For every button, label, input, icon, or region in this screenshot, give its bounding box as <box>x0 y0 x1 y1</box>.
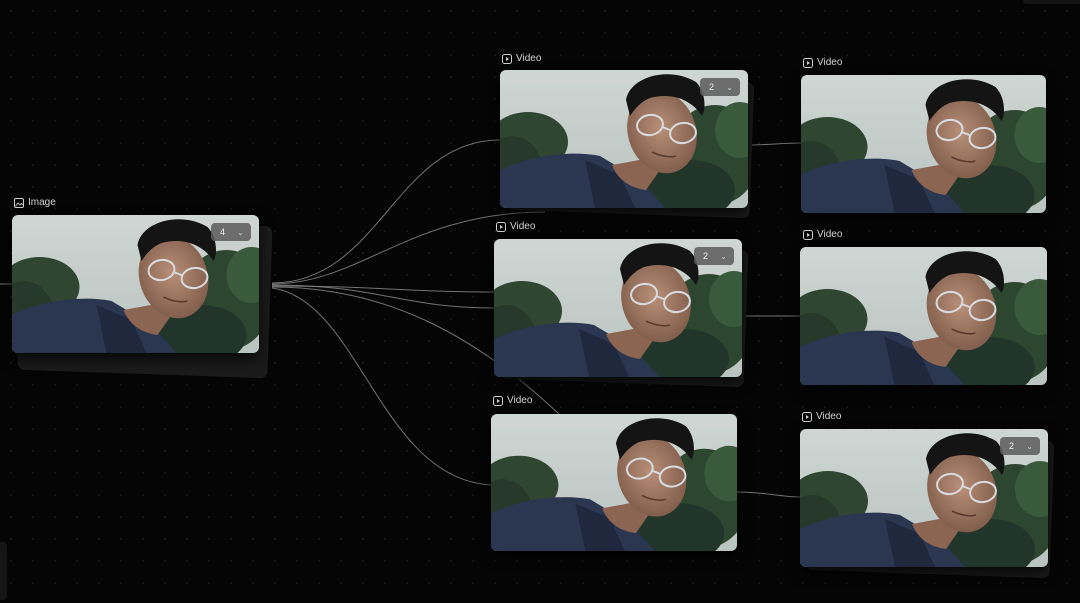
image-count-dropdown[interactable]: 4 ⌄ <box>211 223 251 241</box>
edge-image-to-video-1 <box>271 139 501 284</box>
chevron-down-icon: ⌄ <box>1026 441 1033 451</box>
video-3-node[interactable] <box>491 414 737 551</box>
image-node-label: Image <box>14 197 56 209</box>
count-value: 4 <box>220 227 226 237</box>
canvas-side-handle[interactable] <box>0 542 7 600</box>
video-icon <box>802 412 812 422</box>
edge-image-to-video-3b <box>271 287 493 486</box>
portrait-thumbnail <box>801 75 1046 213</box>
chevron-down-icon: ⌄ <box>726 82 733 92</box>
video-6-label: Video <box>802 411 841 423</box>
count-value: 2 <box>1009 441 1015 451</box>
image-node[interactable]: 4 ⌄ <box>12 215 259 353</box>
chevron-down-icon: ⌄ <box>720 251 727 261</box>
video-4-node[interactable] <box>801 75 1046 213</box>
video-icon <box>502 54 512 64</box>
count-value: 2 <box>703 251 709 261</box>
canvas-corner-handle[interactable] <box>1023 0 1080 4</box>
video-icon <box>493 396 503 406</box>
video-1-node[interactable]: 2 ⌄ <box>500 70 748 208</box>
video-1-count-dropdown[interactable]: 2 ⌄ <box>700 78 740 96</box>
workflow-canvas[interactable]: Image 4 ⌄ Video 2 ⌄ Video 2 ⌄ Video Vide… <box>0 0 1080 603</box>
edge-video-3-to-video-6 <box>736 491 803 498</box>
video-5-label: Video <box>803 229 842 241</box>
portrait-thumbnail <box>491 414 737 551</box>
video-icon <box>803 230 813 240</box>
edge-image-to-video-2c <box>271 285 496 293</box>
video-2-label: Video <box>496 221 535 233</box>
video-3-label: Video <box>493 395 532 407</box>
video-icon <box>803 58 813 68</box>
video-5-node[interactable] <box>800 247 1047 385</box>
video-icon <box>496 222 506 232</box>
video-4-label: Video <box>803 57 842 69</box>
count-value: 2 <box>709 82 715 92</box>
video-1-label: Video <box>502 53 541 65</box>
image-icon <box>14 198 24 208</box>
edge-video-1-to-video-4 <box>747 142 803 146</box>
video-6-node[interactable]: 2 ⌄ <box>800 429 1048 567</box>
video-6-count-dropdown[interactable]: 2 ⌄ <box>1000 437 1040 455</box>
video-2-count-dropdown[interactable]: 2 ⌄ <box>694 247 734 265</box>
portrait-thumbnail <box>800 247 1047 385</box>
chevron-down-icon: ⌄ <box>237 227 244 237</box>
video-2-node[interactable]: 2 ⌄ <box>494 239 742 377</box>
